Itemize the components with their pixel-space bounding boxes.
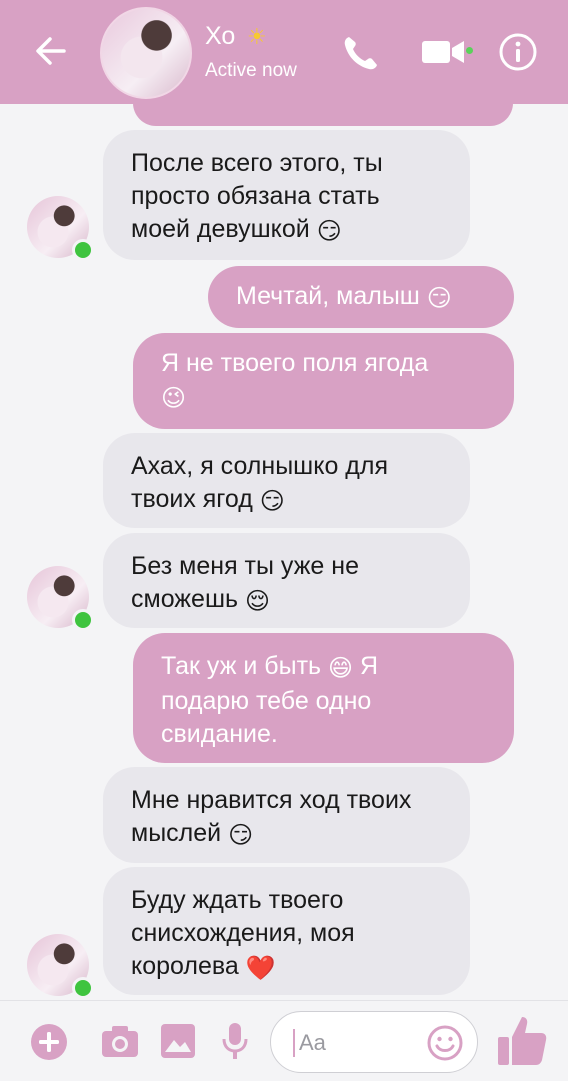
active-status: Active now <box>205 60 297 81</box>
microphone-icon[interactable] <box>220 1021 250 1061</box>
contact-name[interactable]: Хо <box>205 22 235 51</box>
contact-avatar[interactable] <box>100 7 192 99</box>
message-bubble-outgoing[interactable]: Так уж и быть 😄 Я подарю тебе одно свида… <box>133 633 514 763</box>
message-text: Мечтай, малыш <box>236 282 420 310</box>
message-text: Буду ждать твоего снисхождения, моя коро… <box>131 886 355 980</box>
relieved-emoji: 😌 <box>244 588 271 615</box>
online-indicator <box>72 609 94 631</box>
message-composer: Aa <box>0 1000 568 1081</box>
message-bubble-incoming[interactable]: После всего этого, ты просто обязана ста… <box>103 130 470 260</box>
plus-icon[interactable] <box>29 1022 69 1062</box>
smirk-emoji: 😏 <box>316 218 342 245</box>
back-arrow-icon[interactable] <box>30 30 72 72</box>
phone-icon[interactable] <box>340 32 382 74</box>
chat-header: Хо ☀ Active now <box>0 0 568 104</box>
input-placeholder: Aa <box>299 1030 326 1055</box>
message-text: Так уж и быть <box>161 652 322 680</box>
info-icon[interactable] <box>498 32 538 72</box>
smirk-emoji: 😏 <box>228 822 254 849</box>
message-text: Мне нравится ход твоих мыслей <box>131 786 412 847</box>
message-text: Я не твоего поля ягода <box>161 349 429 377</box>
smiley-icon[interactable] <box>427 1025 463 1061</box>
thumbs-up-icon[interactable] <box>496 1013 548 1067</box>
image-icon[interactable] <box>160 1023 196 1059</box>
video-available-dot <box>466 47 473 54</box>
online-indicator <box>72 977 94 999</box>
message-bubble-incoming[interactable]: Мне нравится ход твоих мыслей 😏 <box>103 767 470 863</box>
text-cursor <box>293 1029 295 1057</box>
message-bubble-outgoing[interactable]: Я не твоего поля ягода 😉 <box>133 333 514 429</box>
message-bubble-incoming[interactable]: Без меня ты уже не сможешь 😌 <box>103 533 470 628</box>
video-camera-icon[interactable] <box>420 36 466 68</box>
grinning-emoji: 😄 <box>328 655 354 682</box>
wink-emoji: 😉 <box>161 385 187 412</box>
message-bubble-incoming[interactable]: Ахах, я солнышко для твоих ягод 😏 <box>103 433 470 528</box>
message-bubble-outgoing[interactable]: Мечтай, малыш 😏 <box>208 266 514 328</box>
online-indicator <box>72 239 94 261</box>
sun-emoji: ☀ <box>247 24 267 49</box>
message-text: После всего этого, ты просто обязана ста… <box>131 149 383 243</box>
smirk-emoji: 😏 <box>426 285 452 312</box>
message-input[interactable]: Aa <box>270 1011 478 1073</box>
red-heart-emoji: ❤️ <box>245 955 276 982</box>
smirk-emoji: 😏 <box>259 488 285 515</box>
camera-icon[interactable] <box>100 1023 140 1059</box>
message-bubble-incoming[interactable]: Буду ждать твоего снисхождения, моя коро… <box>103 867 470 995</box>
